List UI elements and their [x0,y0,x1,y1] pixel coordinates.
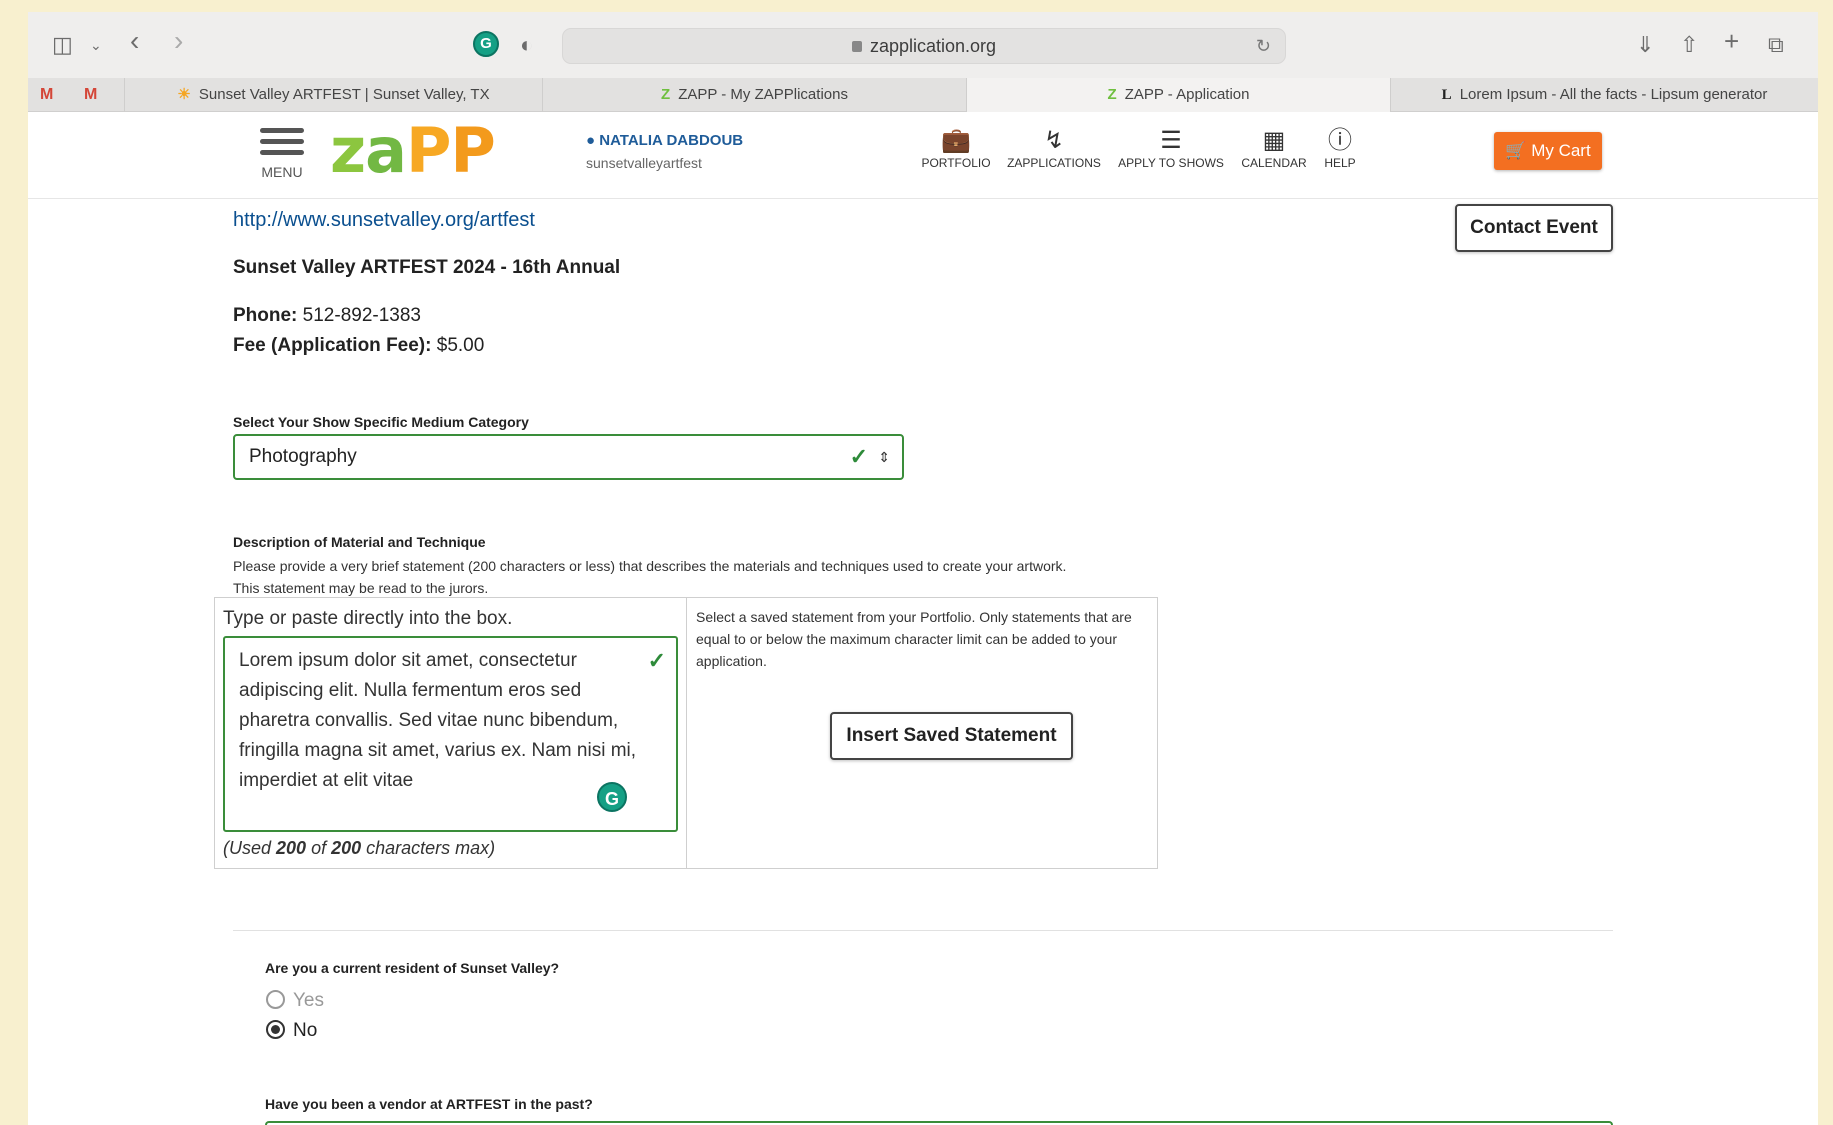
fee-label: Fee (Application Fee): [233,335,432,356]
hamburger-icon [260,128,304,133]
tab-overview-icon[interactable]: ⧉ [1768,32,1784,58]
radio-selected-icon [266,1020,285,1039]
cart-label: My Cart [1531,141,1591,160]
url-text: zapplication.org [869,36,997,56]
browser-toolbar: ◫ ⌄ ‹ › G ◐ zapplication.org ↻ ⇓ ⇧ + ⧉ [28,12,1818,78]
reload-icon[interactable]: ↻ [1256,29,1271,63]
info-icon: ⓘ [1328,127,1352,154]
contact-event-button[interactable]: Contact Event [1455,204,1613,252]
user-icon: ● [586,132,600,149]
event-fee: Fee (Application Fee): $5.00 [233,335,484,357]
tab-sunset-valley[interactable]: ☀ Sunset Valley ARTFEST | Sunset Valley, … [124,78,542,112]
nav-label: PORTFOLIO [921,156,991,170]
character-count: (Used 200 of 200 characters max) [223,838,496,858]
section-divider [233,930,1613,931]
nav-label: CALENDAR [1241,156,1307,170]
description-help-line: Please provide a very brief statement (2… [233,558,1067,574]
briefcase-icon: 💼 [941,127,971,154]
lock-icon [851,41,862,52]
privacy-shield-icon[interactable]: ◐ [520,32,533,58]
checklist-icon: ☰ [1160,127,1182,154]
zapp-logo[interactable]: zaPP [330,116,496,186]
sun-favicon-icon: ☀ [177,86,191,103]
site-header: MENU zaPP ● NATALIA DABDOUB sunsetvalley… [28,112,1818,199]
statement-textarea[interactable]: Lorem ipsum dolor sit amet, consectetur … [223,636,678,832]
user-account: sunsetvalleyartfest [586,155,702,171]
my-cart-button[interactable]: 🛒 My Cart [1494,132,1602,170]
chevron-down-icon[interactable]: ⌄ [90,32,102,58]
new-tab-icon[interactable]: + [1724,28,1739,54]
fee-value: $5.00 [436,335,485,356]
resident-yes-radio[interactable]: Yes [266,990,324,1012]
description-help-line: This statement may be read to the jurors… [233,580,489,596]
user-name: NATALIA DABDOUB [599,132,744,149]
nav-label: ZAPPLICATIONS [1007,156,1101,170]
resident-no-radio[interactable]: No [266,1020,317,1042]
nav-help[interactable]: ⓘ HELP [1320,126,1360,170]
nav-label: APPLY TO SHOWS [1118,156,1224,170]
download-icon[interactable]: ⇓ [1636,32,1654,58]
nav-apply-to-shows[interactable]: ☰ APPLY TO SHOWS [1118,126,1224,170]
tab-zapp-application[interactable]: Z ZAPP - Application [966,78,1390,112]
select-arrows-icon: ⇕ [878,449,890,465]
zapp-favicon-icon: Z [1107,86,1117,103]
check-icon: ✓ [849,444,868,469]
grammarly-icon[interactable]: G [597,782,627,812]
back-icon[interactable]: ‹ [130,27,139,55]
insert-saved-statement-button[interactable]: Insert Saved Statement [830,712,1073,760]
event-phone: Phone: 512-892-1383 [233,305,421,327]
category-label: Select Your Show Specific Medium Categor… [233,414,529,430]
vendor-question: Have you been a vendor at ARTFEST in the… [265,1096,593,1112]
radio-label: Yes [293,990,324,1011]
tab-lorem-ipsum[interactable]: L Lorem Ipsum - All the facts - Lipsum ge… [1390,78,1818,112]
phone-value: 512-892-1383 [302,305,421,326]
tab-label: ZAPP - My ZAPPlications [678,86,848,103]
nav-label: HELP [1324,156,1356,170]
share-icon[interactable]: ⇧ [1680,32,1698,58]
pinned-tab-gmail-2[interactable]: M [84,86,97,104]
pinned-tab-gmail-1[interactable]: M [40,86,53,104]
statement-panel: Type or paste directly into the box. Lor… [214,597,1158,869]
lightning-icon: ↯ [1043,127,1065,154]
browser-window: ◫ ⌄ ‹ › G ◐ zapplication.org ↻ ⇓ ⇧ + ⧉ M… [28,12,1818,1125]
saved-statement-help: Select a saved statement from your Portf… [696,609,1132,669]
zapp-favicon-icon: Z [661,86,671,103]
tab-label: Sunset Valley ARTFEST | Sunset Valley, T… [198,86,490,103]
tab-my-zapplications[interactable]: Z ZAPP - My ZAPPlications [542,78,966,112]
category-value: Photography [249,446,357,467]
menu-label: MENU [261,164,303,180]
menu-button[interactable]: MENU [258,122,306,180]
user-info[interactable]: ● NATALIA DABDOUB sunsetvalleyartfest [586,132,743,171]
sidebar-toggle-icon[interactable]: ◫ [52,32,73,58]
tab-label: Lorem Ipsum - All the facts - Lipsum gen… [1459,86,1768,103]
radio-label: No [293,1020,318,1041]
event-website-link[interactable]: http://www.sunsetvalley.org/artfest [233,209,535,232]
calendar-icon: ▦ [1262,127,1286,154]
forward-icon[interactable]: › [174,27,183,55]
cart-icon: 🛒 [1505,141,1532,160]
nav-portfolio[interactable]: 💼 PORTFOLIO [914,126,998,170]
lipsum-favicon-icon: L [1441,87,1452,103]
tab-label: ZAPP - Application [1124,86,1250,103]
nav-calendar[interactable]: ▦ CALENDAR [1240,126,1308,170]
event-title: Sunset Valley ARTFEST 2024 - 16th Annual [233,257,621,278]
vendor-answer-field[interactable] [265,1121,1613,1125]
check-icon: ✓ [647,648,666,673]
grammarly-extension-icon[interactable]: G [473,31,499,57]
panel-divider [686,598,687,868]
description-label: Description of Material and Technique [233,534,486,550]
tab-bar: M M ☀ Sunset Valley ARTFEST | Sunset Vall… [28,78,1818,112]
phone-label: Phone: [233,305,298,326]
statement-text: Lorem ipsum dolor sit amet, consectetur … [239,650,637,791]
medium-category-select[interactable]: Photography ✓ ⇕ [233,434,904,480]
nav-zapplications[interactable]: ↯ ZAPPLICATIONS [1006,126,1102,170]
address-bar[interactable]: zapplication.org ↻ [562,28,1286,64]
resident-question: Are you a current resident of Sunset Val… [265,960,560,976]
radio-icon [266,990,285,1009]
description-help: Please provide a very brief statement (2… [233,555,1066,599]
type-hint: Type or paste directly into the box. [223,608,513,629]
